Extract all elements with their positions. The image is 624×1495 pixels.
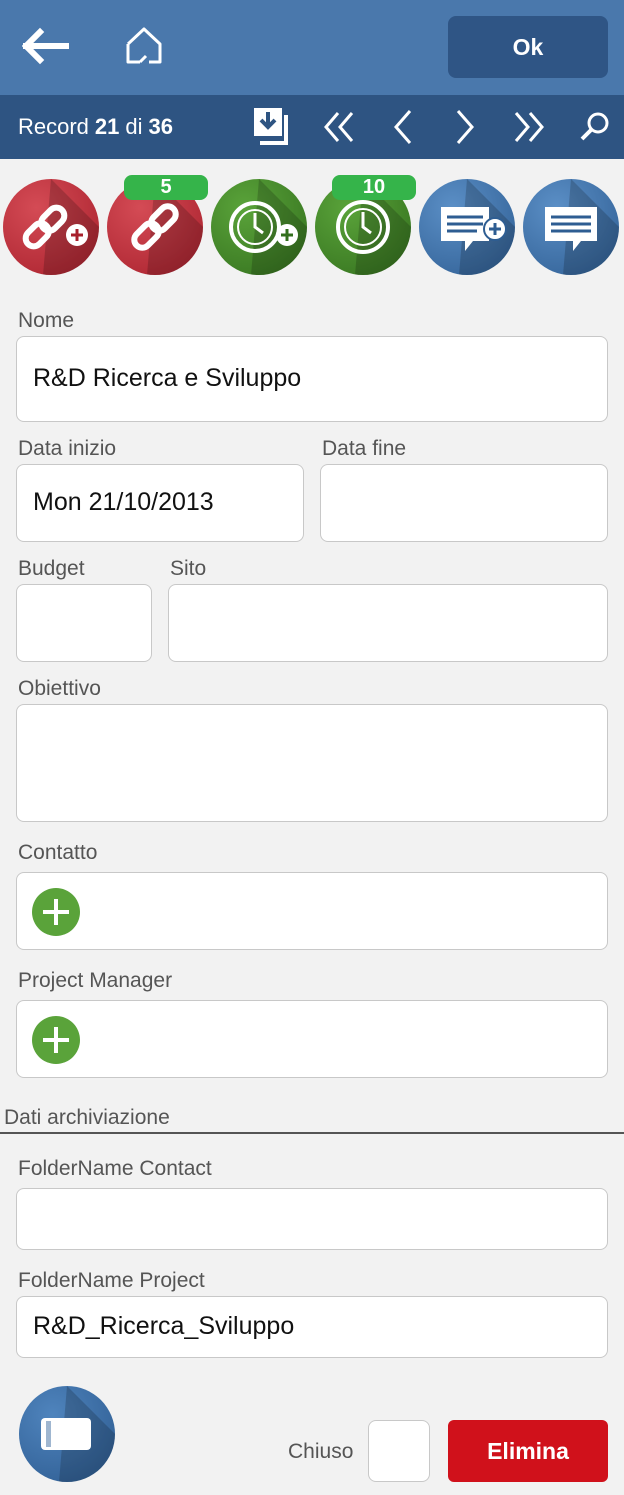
time-count-badge: 10 [332,175,416,200]
search-icon[interactable] [572,105,616,149]
data-fine-label: Data fine [322,437,407,460]
add-time-icon[interactable] [211,179,307,275]
nome-label: Nome [18,309,75,332]
folder-project-field[interactable]: R&D_Ricerca_Sviluppo [16,1296,608,1358]
add-note-icon[interactable] [419,179,515,275]
add-link-icon[interactable] [3,179,99,275]
sito-label: Sito [170,557,207,580]
data-inizio-value: Mon 21/10/2013 [33,488,214,516]
top-bar: Ok [0,0,624,95]
last-record-icon[interactable] [506,105,550,149]
data-inizio-label: Data inizio [18,437,117,460]
tablet-icon[interactable] [19,1386,115,1482]
notes-icon[interactable] [523,179,619,275]
sito-field[interactable] [168,584,608,662]
home-icon[interactable] [122,24,166,68]
record-current: 21 [94,114,120,139]
contatto-field[interactable] [16,872,608,950]
record-of-label: di [125,114,143,139]
folder-contact-label: FolderName Contact [18,1157,212,1180]
first-record-icon[interactable] [318,105,362,149]
record-total: 36 [148,114,174,139]
section-divider [0,1132,624,1134]
delete-button[interactable]: Elimina [448,1420,608,1482]
previous-record-icon[interactable] [382,105,426,149]
chiuso-label: Chiuso [288,1440,354,1463]
record-prefix: Record [18,114,89,139]
folder-project-value: R&D_Ricerca_Sviluppo [33,1312,295,1340]
budget-label: Budget [18,557,85,580]
nome-field[interactable]: R&D Ricerca e Sviluppo [16,336,608,422]
budget-field[interactable] [16,584,152,662]
archive-section-title: Dati archiviazione [4,1106,170,1129]
ok-button[interactable]: Ok [448,16,608,78]
obiettivo-label: Obiettivo [18,677,101,700]
add-project-manager-icon[interactable] [32,1016,80,1064]
links-count-badge: 5 [124,175,208,200]
folder-project-label: FolderName Project [18,1269,205,1292]
obiettivo-field[interactable] [16,704,608,822]
save-download-icon[interactable] [250,105,294,149]
chiuso-checkbox[interactable] [368,1420,430,1482]
back-arrow-icon[interactable] [21,26,70,66]
data-inizio-field[interactable]: Mon 21/10/2013 [16,464,304,542]
add-contact-icon[interactable] [32,888,80,936]
record-nav-bar: Record 21 di 36 [0,95,624,159]
nome-value: R&D Ricerca e Sviluppo [33,364,302,392]
next-record-icon[interactable] [442,105,486,149]
project-manager-label: Project Manager [18,969,173,992]
data-fine-field[interactable] [320,464,608,542]
contatto-label: Contatto [18,841,98,864]
project-manager-field[interactable] [16,1000,608,1078]
folder-contact-field[interactable] [16,1188,608,1250]
record-counter: Record 21 di 36 [18,95,179,159]
